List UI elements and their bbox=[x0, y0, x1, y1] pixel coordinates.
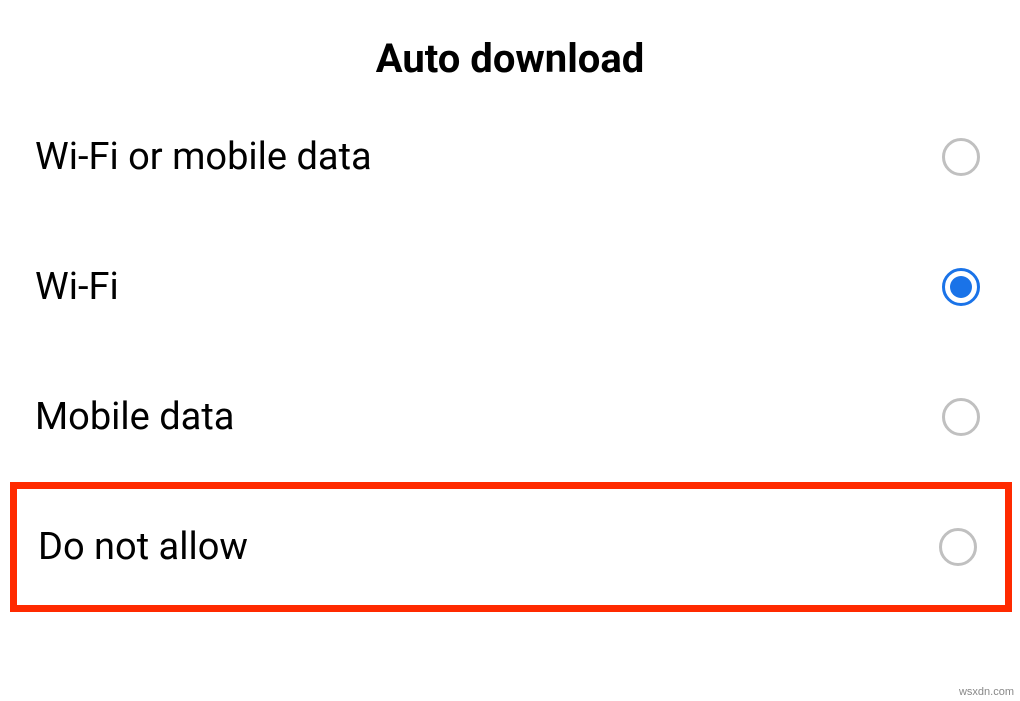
watermark: wsxdn.com bbox=[959, 686, 1014, 698]
radio-unchecked-icon[interactable] bbox=[942, 398, 980, 436]
option-do-not-allow[interactable]: Do not allow bbox=[10, 482, 1012, 612]
option-wifi-or-mobile[interactable]: Wi-Fi or mobile data bbox=[0, 92, 1020, 222]
option-mobile-data[interactable]: Mobile data bbox=[0, 352, 1020, 482]
page-title: Auto download bbox=[0, 0, 1020, 92]
option-label: Do not allow bbox=[38, 525, 248, 569]
options-list: Wi-Fi or mobile data Wi-Fi Mobile data D… bbox=[0, 92, 1020, 612]
radio-unchecked-icon[interactable] bbox=[939, 528, 977, 566]
radio-checked-icon[interactable] bbox=[942, 268, 980, 306]
option-label: Wi-Fi bbox=[35, 265, 119, 309]
radio-unchecked-icon[interactable] bbox=[942, 138, 980, 176]
option-label: Mobile data bbox=[35, 395, 234, 439]
option-label: Wi-Fi or mobile data bbox=[35, 135, 372, 179]
option-wifi[interactable]: Wi-Fi bbox=[0, 222, 1020, 352]
